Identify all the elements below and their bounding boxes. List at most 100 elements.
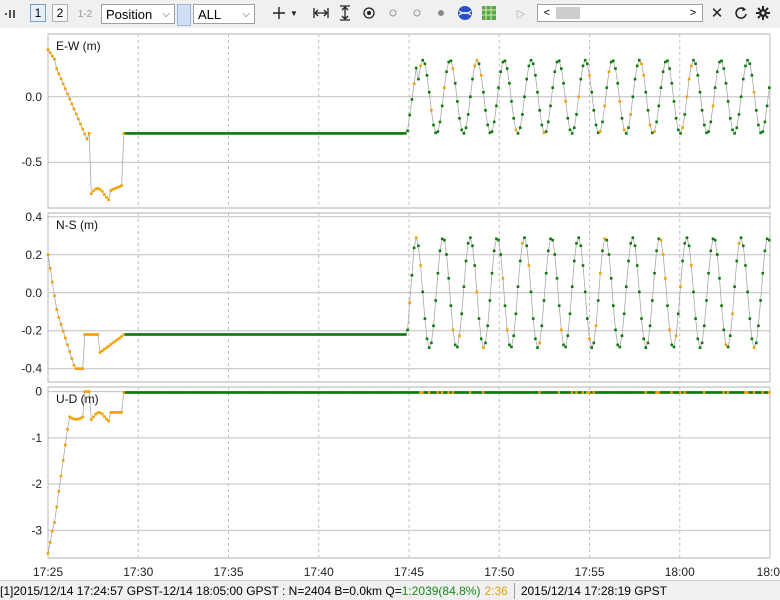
fix-point: [746, 58, 749, 62]
show-points-icon[interactable]: [408, 4, 426, 22]
fix-point: [646, 109, 650, 112]
float-point: [419, 264, 422, 267]
fix-point: [427, 90, 431, 94]
fix-point: [729, 117, 732, 120]
scroll-thumb[interactable]: [556, 7, 580, 19]
fix-point: [436, 130, 440, 133]
fix-point: [421, 290, 424, 294]
float-point: [85, 137, 89, 141]
fix-point: [620, 117, 624, 120]
crosshair-icon[interactable]: [270, 4, 288, 22]
fix-point: [735, 126, 739, 129]
fix-point: [672, 100, 676, 103]
fix-point: [466, 242, 470, 245]
fix-point: [586, 317, 589, 320]
fix-point: [768, 86, 771, 89]
fit-horizontal-icon[interactable]: [312, 4, 330, 22]
fix-point: [497, 86, 500, 89]
fix-point: [479, 337, 483, 341]
float-point: [443, 86, 446, 89]
plot-2-button[interactable]: 2: [52, 4, 68, 22]
float-point: [66, 92, 69, 96]
fix-point: [466, 113, 470, 116]
fix-point: [733, 285, 736, 288]
fix-point: [618, 345, 622, 349]
fix-point: [521, 113, 524, 116]
fix-point: [612, 304, 615, 307]
x-tick-label: 18:00: [665, 565, 695, 579]
scroll-right-icon[interactable]: >: [684, 7, 702, 19]
y-tick-label: 0.2: [25, 248, 42, 262]
fix-point: [568, 128, 572, 132]
fix-point: [625, 132, 628, 135]
gear-icon[interactable]: [754, 4, 772, 22]
fix-point: [720, 304, 723, 307]
float-point: [46, 552, 50, 555]
fix-point: [492, 249, 496, 253]
fix-point: [687, 244, 691, 248]
fix-point: [523, 95, 526, 99]
plot-type-select[interactable]: Position ⌵: [101, 4, 175, 24]
map-image-icon[interactable]: [480, 4, 498, 22]
plot-12-button[interactable]: 1-2: [74, 4, 96, 24]
splitter-handle[interactable]: [177, 4, 191, 26]
fix-point: [742, 77, 745, 81]
dropdown-arrow-icon[interactable]: ▼: [288, 4, 300, 22]
fix-point: [445, 70, 448, 73]
plot-1-button[interactable]: 1: [30, 4, 46, 22]
float-point: [479, 74, 483, 77]
fix-point: [440, 104, 444, 108]
toolbar-grip-icon[interactable]: [3, 4, 17, 24]
fix-point: [408, 113, 411, 117]
scroll-left-icon[interactable]: <: [538, 7, 556, 19]
float-point: [659, 238, 663, 242]
fix-point: [573, 259, 576, 263]
fix-point: [423, 317, 427, 320]
float-point: [594, 324, 598, 328]
fix-point: [531, 62, 535, 65]
fix-point: [635, 64, 639, 68]
play-icon[interactable]: ▷: [512, 4, 530, 22]
float-point: [607, 70, 611, 73]
fix-point: [655, 249, 658, 253]
float-point: [100, 412, 104, 416]
fix-point: [735, 259, 739, 263]
show-dot-icon[interactable]: [432, 4, 450, 22]
fix-point: [462, 132, 466, 135]
fix-point: [568, 312, 572, 316]
float-point: [87, 132, 91, 135]
fix-point: [696, 74, 700, 77]
center-origin-icon[interactable]: [360, 4, 378, 22]
fit-vertical-icon[interactable]: [336, 4, 354, 22]
satellite-icon[interactable]: [456, 4, 474, 22]
float-point: [564, 100, 567, 103]
fix-point: [748, 317, 752, 320]
fix-point: [438, 120, 442, 124]
panel-title: N-S (m): [56, 218, 98, 232]
fix-point: [518, 126, 522, 129]
fix-point: [750, 74, 754, 77]
float-point: [66, 343, 69, 347]
fix-point: [490, 130, 494, 133]
fix-point: [471, 244, 474, 248]
fix-point: [529, 290, 533, 294]
position-plot[interactable]: 0.0 -0.5 E-W (m) 0.4 0.2 0.0 -0.2 -0.4 N-S (m) 0 -…: [0, 28, 780, 580]
quality-filter-select[interactable]: ALL ⌵: [193, 4, 255, 24]
fix-point: [534, 337, 537, 341]
panel-title: U-D (m): [56, 392, 99, 406]
float-point: [57, 316, 61, 319]
fix-point: [631, 95, 635, 99]
fix-point: [726, 100, 730, 103]
fix-point: [670, 82, 674, 85]
time-scrollbar[interactable]: < >: [537, 4, 703, 22]
float-point: [451, 328, 455, 332]
refresh-icon[interactable]: [732, 4, 750, 22]
fix-point: [601, 120, 604, 124]
fix-point: [503, 59, 507, 63]
fix-point: [540, 123, 544, 127]
close-icon[interactable]: ✕: [708, 4, 726, 22]
show-track-icon[interactable]: [384, 4, 402, 22]
fix-point: [579, 77, 583, 81]
fix-point: [759, 299, 762, 302]
float-point: [603, 104, 606, 108]
